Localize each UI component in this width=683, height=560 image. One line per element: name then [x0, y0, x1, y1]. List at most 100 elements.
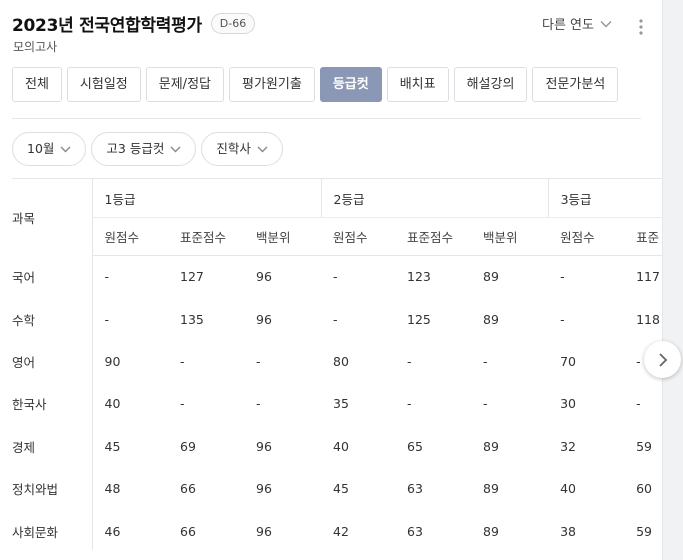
table-row: 국어 - 127 96 - 123 89 - 117	[12, 255, 662, 298]
subject-cell: 사회문화	[12, 509, 93, 550]
table-cell: 89	[483, 481, 499, 497]
table-cell: 96	[256, 311, 272, 327]
filter-bar: 10월 고3 등급컷 진학사	[12, 132, 288, 166]
chevron-right-icon[interactable]	[644, 341, 681, 378]
table-cell: 96	[256, 481, 272, 497]
table-cell: -	[256, 353, 261, 369]
source-filter-label: 진학사	[216, 141, 251, 156]
table-cell: 69	[180, 438, 196, 454]
table-cell: 48	[104, 481, 121, 497]
tab-placement[interactable]: 배치표	[386, 67, 449, 102]
type-filter[interactable]: 고3 등급컷	[91, 132, 197, 166]
source-filter[interactable]: 진학사	[201, 132, 283, 166]
grade-header-1: 1등급	[92, 178, 322, 218]
table-cell: -	[560, 311, 565, 327]
table-row: 영어 90 - - 80 - - 70 -	[12, 340, 662, 383]
table-cell: 117	[636, 269, 660, 285]
other-year-label: 다른 연도	[542, 18, 594, 33]
column-header: 표준점수	[395, 217, 472, 256]
chevron-down-icon	[170, 146, 181, 152]
tab-schedule[interactable]: 시험일정	[66, 67, 141, 102]
table-cell: 66	[180, 523, 196, 539]
table-cell: -	[636, 396, 641, 412]
table-cell: 45	[333, 481, 349, 497]
table-cell: 89	[483, 438, 499, 454]
table-cell: 118	[636, 311, 660, 327]
table-cell: -	[104, 269, 110, 285]
page-edge	[662, 0, 683, 560]
table-cell: 40	[104, 396, 121, 412]
table-row: 한국사 40 - - 35 - - 30 -	[12, 382, 662, 426]
column-header: 원점수	[92, 217, 168, 256]
page-subtitle: 모의고사	[13, 40, 58, 54]
tab-questions-answers[interactable]: 문제/정답	[145, 67, 224, 102]
column-header: 백분위	[471, 217, 549, 256]
table-cell: 96	[256, 269, 272, 285]
table-row: 정치와법 48 66 96 45 63 89 40 60	[12, 467, 662, 510]
subject-cell: 경제	[12, 425, 93, 468]
table-cell: 35	[333, 396, 349, 412]
table-cell: 42	[333, 523, 349, 539]
table-cell: 135	[180, 311, 204, 327]
grade-header-2: 2등급	[320, 178, 549, 218]
table-cell: -	[333, 269, 338, 285]
tab-bar: 전체 시험일정 문제/정답 평가원기출 등급컷 배치표 해설강의 전문가분석	[12, 67, 623, 102]
table-row: 수학 - 135 96 - 125 89 - 118	[12, 297, 662, 341]
chevron-down-icon	[257, 146, 268, 152]
dday-badge: D-66	[210, 13, 256, 34]
tab-past-exams[interactable]: 평가원기출	[229, 67, 315, 102]
page-title: 2023년 전국연합학력평가	[12, 16, 202, 36]
table-cell: -	[560, 269, 565, 285]
table-cell: 32	[560, 438, 576, 454]
tab-expert-analysis[interactable]: 전문가분석	[532, 67, 619, 102]
subject-cell: 영어	[12, 340, 93, 383]
grade-header-row: 과목 1등급 2등급 3등급	[12, 178, 662, 256]
month-filter[interactable]: 10월	[12, 132, 87, 166]
column-header-row: 원점수 표준점수 백분위 원점수 표준점수 백분위 원점수 표준	[12, 217, 662, 256]
table-row: 경제 45 69 96 40 65 89 32 59	[12, 425, 662, 468]
tab-grade-cut[interactable]: 등급컷	[319, 67, 382, 102]
grade-cut-table-container[interactable]: 과목 1등급 2등급 3등급 원점수 표준점수 백분위 원점수 표준점수 백분위…	[12, 178, 662, 550]
table-cell: 59	[636, 438, 652, 454]
tab-lectures[interactable]: 해설강의	[453, 67, 528, 102]
table-cell: 45	[104, 438, 121, 454]
subject-header: 과목	[12, 178, 93, 256]
table-cell: 127	[180, 269, 204, 285]
table-cell: 66	[180, 481, 196, 497]
table-cell: 80	[333, 353, 349, 369]
table-cell: -	[180, 396, 185, 412]
table-cell: -	[483, 396, 488, 412]
table-row: 사회문화 46 66 96 42 63 89 38 59	[12, 509, 662, 550]
more-vertical-icon[interactable]	[632, 16, 650, 38]
tab-all[interactable]: 전체	[12, 67, 62, 102]
table-cell: 90	[104, 353, 121, 369]
type-filter-label: 고3 등급컷	[106, 141, 165, 156]
grade-cut-table: 과목 1등급 2등급 3등급 원점수 표준점수 백분위 원점수 표준점수 백분위…	[12, 178, 662, 550]
divider	[12, 118, 641, 119]
table-cell: 60	[636, 481, 652, 497]
subject-cell: 한국사	[12, 382, 93, 426]
subject-cell: 국어	[12, 255, 93, 298]
table-cell: 96	[256, 523, 272, 539]
table-cell: -	[407, 353, 412, 369]
table-cell: 89	[483, 311, 499, 327]
table-cell: 65	[407, 438, 423, 454]
grade-header-3: 3등급	[547, 178, 662, 218]
title-row: 2023년 전국연합학력평가 D-66	[12, 11, 256, 36]
table-cell: 63	[407, 523, 423, 539]
column-header: 백분위	[244, 217, 322, 256]
column-header: 원점수	[321, 217, 396, 256]
table-cell: 70	[560, 353, 576, 369]
table-cell: -	[333, 311, 338, 327]
table-cell: 63	[407, 481, 423, 497]
table-cell: 40	[560, 481, 576, 497]
table-cell: -	[180, 353, 185, 369]
table-cell: -	[256, 396, 261, 412]
column-header: 원점수	[548, 217, 625, 256]
chevron-down-icon	[60, 146, 71, 152]
subject-cell: 정치와법	[12, 467, 93, 510]
table-cell: 123	[407, 269, 431, 285]
subject-cell: 수학	[12, 297, 93, 341]
table-cell: 125	[407, 311, 431, 327]
other-year-select[interactable]: 다른 연도	[542, 14, 612, 33]
